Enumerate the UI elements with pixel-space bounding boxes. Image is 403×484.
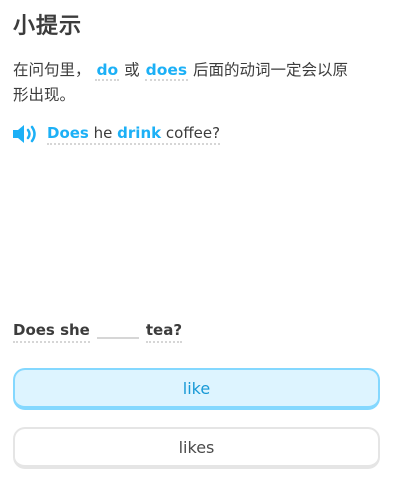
example-sentence: Does he drink coffee? [47, 124, 221, 145]
hint-title: 小提示 [13, 14, 83, 39]
question-part2[interactable]: tea? [145, 321, 183, 343]
tip-suffix-line2: 形出现。 [13, 86, 76, 104]
answer-blank [96, 336, 139, 339]
example-word-he[interactable]: he [94, 124, 113, 142]
example-word-drink[interactable]: drink [117, 124, 161, 142]
option-likes-button[interactable]: likes [13, 427, 380, 469]
keyword-does[interactable]: does [144, 61, 189, 81]
example-sentence-row[interactable]: Does he drink coffee? [11, 122, 221, 146]
hint-text: 在问句里， do 或 does 后面的动词一定会以原 形出现。 [13, 58, 388, 108]
tip-suffix-line1: 后面的动词一定会以原 [193, 61, 349, 79]
example-word-does[interactable]: Does [47, 124, 89, 142]
tip-prefix: 在问句里， [13, 61, 91, 79]
tip-connector: 或 [124, 61, 140, 79]
option-like-button[interactable]: like [13, 368, 380, 410]
question-part1[interactable]: Does she [13, 321, 90, 343]
example-word-coffee[interactable]: coffee? [166, 124, 220, 142]
question-sentence: Does she tea? [13, 321, 183, 343]
speaker-icon[interactable] [11, 123, 39, 145]
keyword-do[interactable]: do [95, 61, 120, 81]
